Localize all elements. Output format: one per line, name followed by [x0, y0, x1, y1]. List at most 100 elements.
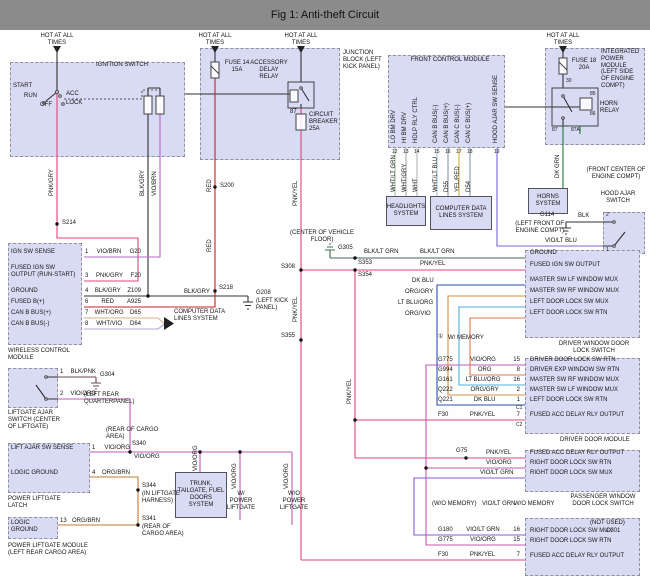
wire-label: RED [101, 299, 114, 306]
ground-g114-location: (LEFT FRONT OF ENGINE COMPT) [494, 221, 564, 235]
wire-label: PNK/GRY [96, 273, 123, 280]
circuit-code: Q222 [438, 387, 453, 394]
wire-label-dk-grn: DK GRN [555, 155, 561, 178]
wire-label: YEL/RED [455, 166, 461, 192]
ignition-pos-lock: LOCK [66, 100, 82, 107]
relay-pin-85: 85 [590, 92, 596, 98]
data-lines-system-ref: COMPUTER DATA LINES SYSTEM [174, 309, 234, 323]
wcm-signal: CAN B BUS(-) [11, 321, 81, 328]
wo-memory-note: W/O MEMORY [514, 501, 555, 508]
switch-signal: MASTER SW RF WINDOW MUX [530, 288, 619, 295]
driver-window-switch-title: DRIVER WINDOW DOOR LOCK SWITCH [552, 341, 636, 355]
relay-coil-symbol [290, 90, 298, 102]
switch-signal: RIGHT DOOR LOCK SW MUX [530, 528, 613, 535]
wire-label: D55 [444, 181, 450, 192]
pin-label: 6 [85, 299, 88, 306]
wire-label-vio-org: VIO/ORG [232, 463, 238, 489]
horn-relay-label: HORN RELAY [600, 101, 634, 115]
wire-label-red: RED [207, 179, 213, 192]
memory-note: W/ MEMORY [448, 335, 484, 342]
ddm-row: G161LT BLU/ORG16 [438, 377, 520, 384]
ground-g208: G208 [256, 290, 271, 297]
wcm-row: 6REDA925 [85, 299, 141, 306]
pin-label: 2 [517, 387, 520, 394]
wire-label-pnk-yel: PNK/YEL [420, 261, 445, 268]
pin-label: 8 [85, 321, 88, 328]
switch-signal: GROUND [530, 250, 557, 257]
wcm-row: 4BLK/GRYZ109 [85, 288, 141, 295]
wire-label-blk-lt-grn: BLK/LT GRN [420, 249, 454, 256]
latch-row: 1VIO/ORG [92, 445, 130, 452]
pin-label: 8 [517, 367, 520, 374]
wire-label: PNK/YEL [470, 552, 495, 559]
connector-c1: C1 [516, 406, 522, 412]
circuit-code: Z109 [127, 288, 141, 295]
connector-c301: C301 [606, 528, 620, 535]
system-arrow [164, 317, 174, 330]
pin-label: 16 [513, 377, 520, 384]
hot-feed-label: HOT AT ALL TIMES [278, 33, 324, 47]
pin-label: 1 [517, 397, 520, 404]
hood-switch-location: (FRONT CENTER OF ENGINE COMPT) [586, 167, 646, 181]
wire-label-red: RED [207, 239, 213, 252]
ddm-signal: MASTER SW RF WINDOW MUX [530, 377, 619, 384]
pin-label: 7 [517, 552, 520, 559]
pin-label: 3 [85, 273, 88, 280]
wire-blk-pnk [58, 377, 101, 389]
pin-label: 7 [85, 310, 88, 317]
wire-label: VIO/LT GRN [466, 527, 499, 534]
wire-label-lt-blu-org: LT BLU/ORG [398, 300, 433, 307]
fcm-pin: 19 [494, 150, 500, 156]
pin-label: 13 [60, 518, 67, 525]
wcm-row: 8WHT/VIOD64 [85, 321, 141, 328]
wire-label-vio-lt-grn: VIO/LT GRN [480, 470, 513, 477]
wire-vio-brn [84, 114, 160, 257]
splice-s341: S341 [142, 516, 156, 523]
splice-s340-location: (REAR OF CARGO AREA) [106, 427, 164, 441]
fcm-signal: LO BM DRV [391, 110, 397, 143]
switch-signal: FUSED ACC DELAY RLY OUTPUT [530, 450, 624, 457]
wire-label: ORG/BRN [102, 470, 130, 477]
ddm-row: G994ORG8 [438, 367, 520, 374]
circuit-code: G994 [438, 367, 453, 374]
circuit-code: D64 [130, 321, 141, 328]
circuit-code: D65 [130, 310, 141, 317]
circuit-breaker-symbol [296, 114, 306, 130]
wcm-signal: GROUND [11, 288, 81, 295]
circuit-code: G20 [130, 249, 141, 256]
ddm-signal: DRIVER DOOR LOCK SW RTN [530, 357, 616, 364]
ddm-row: F30PNK/YEL7 [438, 412, 520, 419]
wcm-signal: FUSED IGN SW OUTPUT (RUN-START) [11, 265, 81, 279]
plm-row: 13ORG/BRN [60, 518, 100, 525]
relay-pin-87: 87 [552, 128, 558, 134]
splice-s354: S354 [358, 272, 372, 279]
splice-s340: S340 [132, 441, 146, 448]
relay-pin-30: 30 [566, 79, 572, 85]
fcm-signal: CAN C BUS(+) [466, 103, 472, 143]
fcm-pin: 15 [434, 150, 440, 156]
without-power-liftgate-tag: W/O POWER LIFTGATE [276, 491, 312, 511]
connector-c2: C2 [516, 423, 522, 429]
wire-label-vio-brn: VIO/BRN [152, 171, 158, 196]
wire-label: BLK/PNK [71, 369, 96, 376]
circuit-code: G180 [438, 527, 453, 534]
latch-signal: LIFT AJAR SW SENSE [11, 445, 89, 452]
liftgate-switch-title: LIFTGATE AJAR SWITCH (CENTER OF LIFTGATE… [8, 410, 66, 430]
relay-pin-87a: 87A [571, 128, 580, 134]
passenger-window-switch-title: PASSENGER WINDOW DOOR LOCK SWITCH [566, 494, 640, 508]
horn-relay-coil-symbol [580, 98, 592, 110]
ignition-switch-title: IGNITION SWITCH [96, 62, 148, 69]
with-power-liftgate-tag: W/ POWER LIFTGATE [226, 491, 256, 511]
pin-label: 16 [513, 527, 520, 534]
wire-label: PNK/YEL [470, 412, 495, 419]
pin-label: 1 [606, 248, 609, 254]
pin-label: 2 [60, 391, 63, 398]
hot-feed-label: HOT AT ALL TIMES [34, 33, 80, 47]
wire-label: VIO/ORG [104, 445, 130, 452]
ddm-signal: DRIVER EXP WINDOW SW RTN [530, 367, 619, 374]
splice-s341-location: (REAR OF CARGO AREA) [142, 524, 194, 538]
ground-g304-location: (LEFT REAR QUARTERPANEL) [84, 392, 150, 406]
circuit-code: F30 [438, 552, 448, 559]
pin-label: 1 [85, 249, 88, 256]
fcm-signal: CAN C BUS(-) [455, 104, 461, 143]
